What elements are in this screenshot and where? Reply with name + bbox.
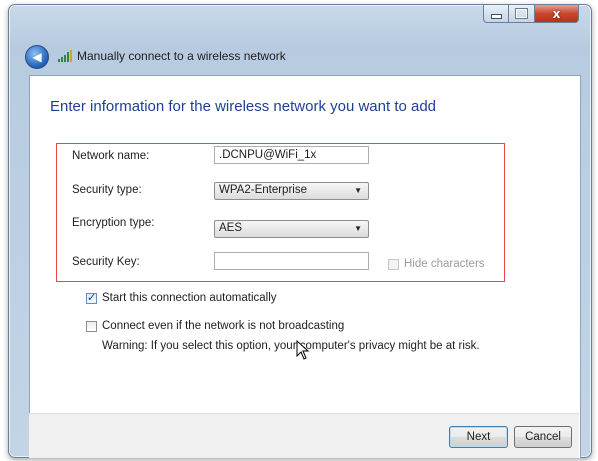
start-automatically-label: Start this connection automatically	[102, 292, 277, 304]
window-title: Manually connect to a wireless network	[77, 49, 286, 63]
dialog-window: x ◀ Manually connect to a wireless netwo…	[8, 4, 592, 458]
security-type-label: Security type:	[72, 184, 142, 196]
minimize-icon	[490, 14, 502, 19]
content-panel: Enter information for the wireless netwo…	[29, 75, 581, 458]
connect-not-broadcasting-checkbox[interactable]	[86, 320, 97, 332]
encryption-type-label: Encryption type:	[72, 217, 155, 229]
wireless-signal-icon	[58, 50, 72, 62]
button-bar: Next Cancel	[29, 413, 579, 458]
close-button[interactable]: x	[535, 5, 579, 23]
start-automatically-option[interactable]: Start this connection automatically	[86, 291, 277, 304]
maximize-button[interactable]	[509, 5, 535, 23]
minimize-button[interactable]	[483, 5, 509, 23]
security-key-label: Security Key:	[72, 256, 140, 268]
encryption-type-select[interactable]: AES ▼	[214, 220, 369, 238]
next-button[interactable]: Next	[449, 426, 508, 448]
back-arrow-icon: ◀	[32, 50, 42, 64]
privacy-warning: Warning: If you select this option, your…	[102, 340, 480, 352]
hide-characters-checkbox	[388, 258, 399, 270]
close-icon: x	[552, 6, 561, 21]
hide-characters-option: Hide characters	[388, 258, 485, 270]
connect-not-broadcasting-label: Connect even if the network is not broad…	[102, 320, 345, 332]
cancel-button[interactable]: Cancel	[514, 426, 572, 448]
network-name-input[interactable]	[214, 146, 369, 164]
hide-characters-label: Hide characters	[404, 258, 485, 270]
back-button[interactable]: ◀	[25, 45, 49, 69]
security-type-value: WPA2-Enterprise	[219, 184, 307, 196]
caption-buttons: x	[483, 5, 579, 23]
dropdown-arrow-icon: ▼	[354, 224, 362, 233]
dropdown-arrow-icon: ▼	[354, 186, 362, 195]
page-heading: Enter information for the wireless netwo…	[50, 98, 437, 115]
security-key-input[interactable]	[214, 252, 369, 270]
maximize-icon	[515, 8, 528, 19]
encryption-type-value: AES	[219, 222, 243, 234]
start-automatically-checkbox[interactable]	[86, 291, 97, 304]
security-type-select[interactable]: WPA2-Enterprise ▼	[214, 182, 369, 200]
connect-not-broadcasting-option[interactable]: Connect even if the network is not broad…	[86, 320, 344, 332]
network-name-label: Network name:	[72, 150, 150, 162]
mouse-cursor-icon	[296, 340, 310, 360]
